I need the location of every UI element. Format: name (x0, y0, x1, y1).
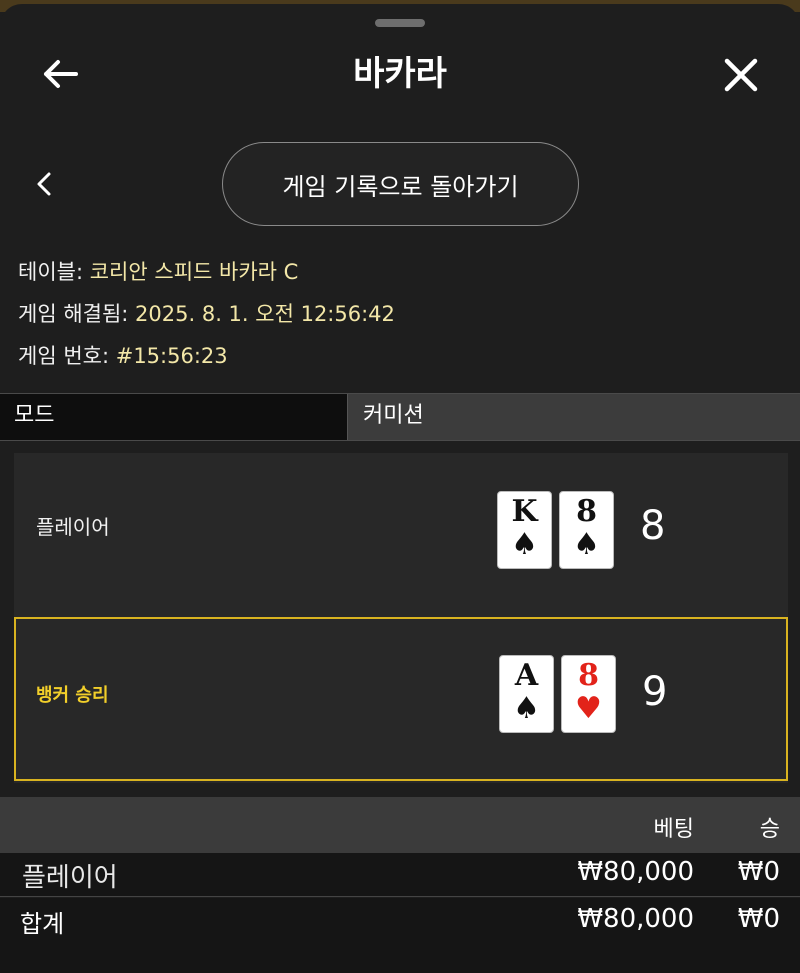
playing-card: A ♠ (499, 655, 554, 733)
total-bet-amount: ₩80,000 (577, 904, 694, 934)
page-title: 바카라 (353, 54, 447, 94)
banker-hand-row: 뱅커 승리 A ♠ 8 ♥ 9 (14, 617, 788, 781)
game-info: 테이블: 코리안 스피드 바카라 C 게임 해결됨: 2025. 8. 1. 오… (18, 254, 788, 380)
card-rank: A (514, 658, 539, 693)
back-to-history-button[interactable]: 게임 기록으로 돌아가기 (222, 142, 579, 226)
mode-row: 모드 커미션 (0, 393, 800, 441)
chevron-left-icon[interactable] (30, 168, 58, 200)
banker-score: 9 (642, 669, 668, 715)
resolved-label: 게임 해결됨: (18, 302, 129, 326)
table-value: 코리안 스피드 바카라 C (89, 260, 299, 284)
sheet-grabber-handle[interactable] (375, 19, 425, 27)
spade-suit-icon: ♠ (573, 527, 600, 562)
total-win-amount: ₩0 (737, 904, 780, 934)
mode-label: 모드 (0, 394, 347, 440)
card-rank: 8 (576, 494, 597, 529)
mode-value: 커미션 (347, 394, 800, 440)
card-rank: K (511, 494, 538, 529)
spade-suit-icon: ♠ (513, 691, 540, 726)
playing-card: K ♠ (497, 491, 552, 569)
bet-table-header: 베팅 승 (0, 797, 800, 853)
spade-suit-icon: ♠ (511, 527, 538, 562)
resolved-value: 2025. 8. 1. 오전 12:56:42 (135, 302, 395, 326)
bet-column-header: 베팅 (653, 817, 694, 842)
close-icon[interactable] (718, 52, 764, 98)
back-arrow-icon[interactable] (38, 54, 82, 94)
card-rank: 8 (578, 658, 599, 693)
header: 바카라 (0, 44, 800, 104)
player-hand-label: 플레이어 (36, 515, 110, 539)
history-nav-row: 게임 기록으로 돌아가기 (0, 142, 800, 226)
playing-card: 8 ♠ (559, 491, 614, 569)
resolved-info: 게임 해결됨: 2025. 8. 1. 오전 12:56:42 (18, 296, 788, 338)
bet-amount: ₩80,000 (577, 857, 694, 887)
player-hand-row: 플레이어 K ♠ 8 ♠ 8 (14, 453, 788, 617)
player-score: 8 (640, 503, 666, 549)
total-row: 합계 ₩80,000 ₩0 (0, 898, 800, 973)
bet-name: 플레이어 (22, 863, 118, 893)
banker-hand-label: 뱅커 승리 (36, 685, 109, 706)
hand-results: 플레이어 K ♠ 8 ♠ 8 뱅커 승리 A ♠ 8 ♥ 9 (14, 453, 788, 783)
game-number-info: 게임 번호: #15:56:23 (18, 338, 788, 380)
game-number-label: 게임 번호: (18, 344, 110, 368)
game-number-value: #15:56:23 (115, 344, 228, 368)
table-row: 플레이어 ₩80,000 ₩0 (0, 853, 800, 897)
bottom-sheet: 바카라 게임 기록으로 돌아가기 테이블: 코리안 스피드 바카라 C 게임 해… (0, 4, 800, 973)
bet-table: 베팅 승 플레이어 ₩80,000 ₩0 합계 ₩80,000 ₩0 (0, 797, 800, 973)
win-amount: ₩0 (737, 857, 780, 887)
total-label: 합계 (20, 910, 65, 938)
win-column-header: 승 (759, 817, 780, 842)
playing-card: 8 ♥ (561, 655, 616, 733)
table-label: 테이블: (18, 260, 84, 284)
heart-suit-icon: ♥ (575, 691, 602, 726)
table-info: 테이블: 코리안 스피드 바카라 C (18, 254, 788, 296)
